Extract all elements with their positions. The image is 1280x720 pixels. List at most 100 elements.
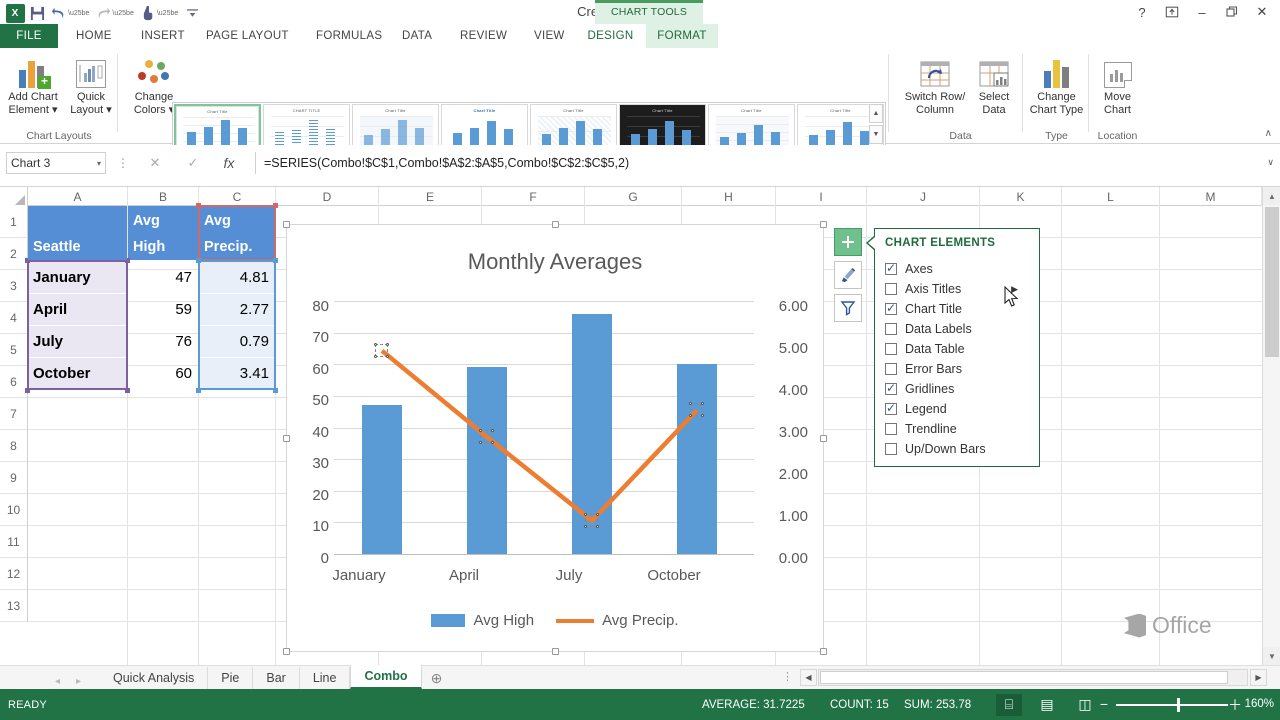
chart-element-data-table[interactable]: Data Table — [885, 339, 1035, 359]
chart-resize-handle-ml[interactable] — [283, 435, 290, 442]
cell-a5[interactable]: October — [28, 358, 127, 389]
sheet-tab-combo[interactable]: Combo — [350, 665, 421, 689]
zoom-slider[interactable] — [1116, 698, 1228, 712]
checkbox-updown-bars[interactable] — [885, 443, 897, 455]
chart-resize-handle-tc[interactable] — [552, 221, 559, 228]
chart-resize-handle-mr[interactable] — [820, 435, 827, 442]
row-header-9[interactable]: 9 — [0, 462, 28, 494]
status-count[interactable]: COUNT: 15 — [830, 699, 889, 711]
add-chart-element-button[interactable]: + Add ChartElement ▾ — [2, 52, 64, 126]
chart-resize-handle-br[interactable] — [820, 648, 827, 655]
formula-input[interactable]: =SERIES(Combo!$C$1,Combo!$A$2:$A$5,Combo… — [255, 152, 1258, 174]
tab-home[interactable]: HOME — [66, 24, 122, 48]
zoom-slider-knob[interactable] — [1177, 698, 1180, 712]
column-header-i[interactable]: I — [776, 187, 867, 206]
gallery-scroll-down-icon[interactable]: ▼ — [869, 125, 883, 144]
legend-item-avg-precip[interactable]: Avg Precip. — [556, 612, 678, 629]
cell-a4[interactable]: July — [28, 326, 127, 357]
column-header-h[interactable]: H — [682, 187, 776, 206]
gallery-scroll-up-icon[interactable]: ▲ — [869, 104, 883, 123]
cell-b5[interactable]: 60 — [128, 358, 197, 389]
tab-file[interactable]: FILE — [0, 24, 58, 48]
sheet-tab-quick-analysis[interactable]: Quick Analysis — [100, 667, 208, 689]
collapse-ribbon-button[interactable]: ∧ — [1265, 128, 1272, 139]
data-point-marker-january[interactable] — [375, 344, 388, 357]
checkbox-gridlines[interactable] — [885, 383, 897, 395]
tab-page-layout[interactable]: PAGE LAYOUT — [196, 24, 299, 48]
chart-element-updown-bars[interactable]: Up/Down Bars — [885, 439, 1035, 459]
checkbox-trendline[interactable] — [885, 423, 897, 435]
resize-handle[interactable] — [273, 258, 278, 263]
sheet-nav-arrows[interactable]: ◂ ▸ — [55, 676, 81, 687]
column-header-d[interactable]: D — [276, 187, 379, 206]
vertical-scrollbar[interactable]: ▲ ▼ — [1262, 187, 1280, 665]
resize-handle[interactable] — [196, 388, 201, 393]
checkbox-axis-titles[interactable] — [885, 283, 897, 295]
resize-handle[interactable] — [125, 388, 130, 393]
chart-resize-handle-tr[interactable] — [820, 221, 827, 228]
column-header-k[interactable]: K — [980, 187, 1062, 206]
sheet-next-icon[interactable]: ▸ — [76, 676, 81, 687]
resize-handle[interactable] — [196, 203, 201, 208]
chart-element-legend[interactable]: Legend — [885, 399, 1035, 419]
column-header-j[interactable]: J — [867, 187, 980, 206]
cell-a2[interactable]: January — [28, 262, 127, 293]
cell-b2[interactable]: 47 — [128, 262, 197, 293]
enter-formula-icon[interactable]: ✓ — [181, 154, 205, 172]
data-point-marker-april[interactable] — [480, 430, 493, 443]
change-chart-type-button[interactable]: ChangeChart Type — [1024, 52, 1089, 126]
move-chart-button[interactable]: MoveChart — [1090, 52, 1145, 126]
row-header-8[interactable]: 8 — [0, 430, 28, 462]
sheet-tab-bar[interactable]: Bar — [253, 667, 299, 689]
sheet-tab-line[interactable]: Line — [300, 667, 351, 689]
row-header-4[interactable]: 4 — [0, 302, 28, 334]
tab-review[interactable]: REVIEW — [450, 24, 517, 48]
row-header-1[interactable]: 1 — [0, 206, 28, 238]
chart-resize-handle-bl[interactable] — [283, 648, 290, 655]
ribbon-display-options-icon[interactable] — [1158, 2, 1186, 22]
zoom-out-button[interactable]: − — [1100, 696, 1108, 712]
zoom-in-button[interactable]: ＋ — [1228, 695, 1242, 715]
quick-layout-button[interactable]: QuickLayout ▾ — [60, 52, 122, 126]
column-header-m[interactable]: M — [1160, 187, 1262, 206]
insert-function-icon[interactable]: fx — [217, 154, 241, 172]
cell-c4[interactable]: 0.79 — [199, 326, 274, 357]
sheet-tab-pie[interactable]: Pie — [208, 667, 253, 689]
chart-element-trendline[interactable]: Trendline — [885, 419, 1035, 439]
resize-handle[interactable] — [273, 203, 278, 208]
plot-area[interactable] — [334, 301, 754, 554]
checkbox-chart-title[interactable] — [885, 303, 897, 315]
tab-formulas[interactable]: FORMULAS — [306, 24, 392, 48]
tab-insert[interactable]: INSERT — [131, 24, 195, 48]
name-box[interactable]: Chart 3 ▾ — [6, 152, 106, 174]
zoom-level[interactable]: 160% — [1245, 698, 1274, 710]
status-average[interactable]: AVERAGE: 31.7225 — [702, 699, 805, 711]
help-icon[interactable]: ? — [1128, 2, 1156, 22]
chart-resize-handle-bc[interactable] — [552, 648, 559, 655]
scroll-up-icon[interactable]: ▲ — [1263, 187, 1280, 205]
row-header-12[interactable]: 12 — [0, 558, 28, 590]
add-sheet-button[interactable]: ⊕ — [422, 667, 452, 689]
chart-legend[interactable]: Avg High Avg Precip. — [287, 612, 823, 629]
close-button[interactable]: ✕ — [1248, 2, 1276, 22]
row-header-11[interactable]: 11 — [0, 526, 28, 558]
view-page-layout-button[interactable]: ▤ — [1034, 694, 1060, 716]
cell-c3[interactable]: 2.77 — [199, 294, 274, 325]
checkbox-axes[interactable] — [885, 263, 897, 275]
resize-handle[interactable] — [196, 258, 201, 263]
chart-element-error-bars[interactable]: Error Bars — [885, 359, 1035, 379]
checkbox-data-labels[interactable] — [885, 323, 897, 335]
view-page-break-button[interactable]: ◫ — [1072, 694, 1098, 716]
name-box-caret-icon[interactable]: ▾ — [97, 159, 101, 168]
checkbox-error-bars[interactable] — [885, 363, 897, 375]
row-header-2[interactable]: 2 — [0, 238, 28, 270]
chart-element-gridlines[interactable]: Gridlines — [885, 379, 1035, 399]
scroll-left-icon[interactable]: ◀ — [800, 669, 817, 686]
chart-styles-button[interactable] — [834, 261, 862, 289]
chart-element-axes[interactable]: Axes — [885, 259, 1035, 279]
sheet-prev-icon[interactable]: ◂ — [55, 676, 60, 687]
chart-object[interactable]: Monthly Averages 80 70 60 50 40 30 20 10… — [286, 224, 824, 652]
legend-item-avg-high[interactable]: Avg High — [431, 612, 534, 629]
cell-a1-text[interactable]: Seattle — [28, 234, 127, 260]
data-point-marker-july[interactable] — [585, 514, 598, 527]
